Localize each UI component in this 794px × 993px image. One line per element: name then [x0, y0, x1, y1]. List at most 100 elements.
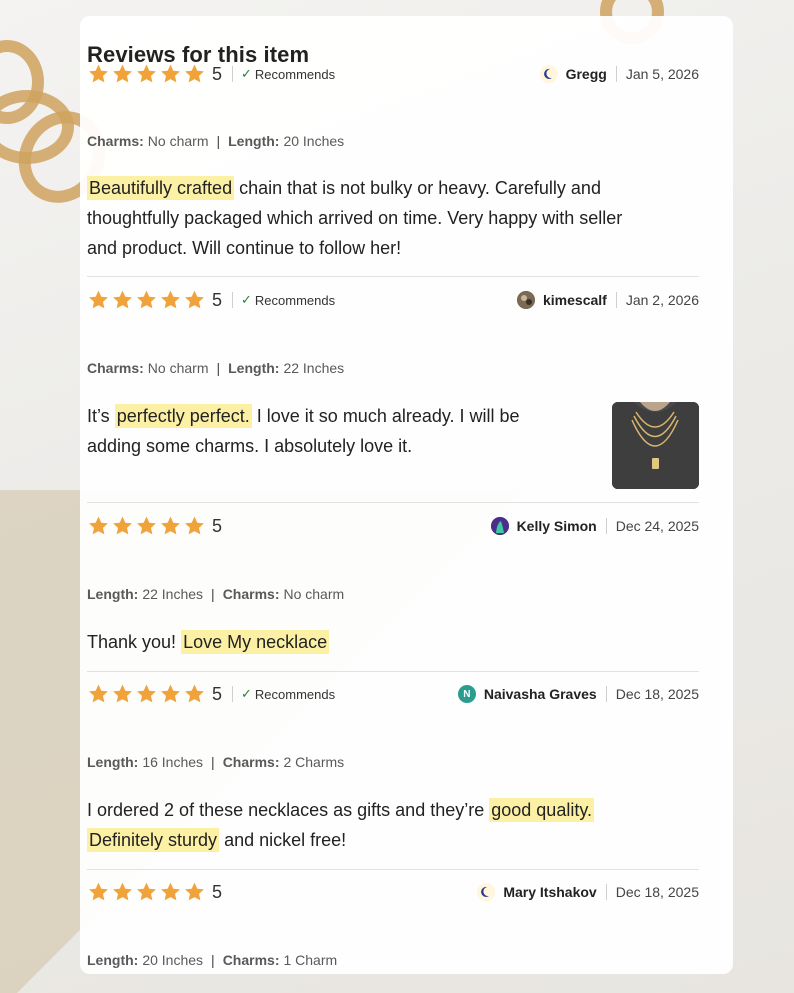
- rating-row: 5 ✓ Recommends: [87, 288, 335, 312]
- attr-value: 20 Inches: [283, 133, 345, 149]
- attr-separator: |: [211, 754, 215, 770]
- star-icon: [111, 881, 134, 903]
- attr-value: 16 Inches: [142, 754, 204, 770]
- rating-value: 5: [212, 683, 223, 704]
- attr-label: Charms:: [87, 133, 144, 149]
- star-icon: [159, 683, 182, 705]
- variation-attributes: Length: 20 Inches | Charms: 1 Charm: [87, 952, 337, 968]
- attr-label: Length:: [87, 754, 139, 770]
- reviewer-name[interactable]: Mary Itshakov: [503, 884, 596, 900]
- review-highlight: Definitely sturdy: [87, 828, 220, 852]
- reviewer-name[interactable]: Kelly Simon: [517, 518, 597, 534]
- star-rating: [87, 63, 206, 85]
- review-item: 5 Mary Itshakov Dec 18, 2025 Length: 20 I…: [87, 880, 699, 970]
- review-highlight: perfectly perfect.: [114, 404, 252, 428]
- review-text-line: I ordered 2 of these necklaces as gifts …: [87, 800, 485, 820]
- reviewer-name[interactable]: Naivasha Graves: [484, 686, 597, 702]
- attr-label: Length:: [87, 586, 139, 602]
- review-text: Beautifully crafted chain that is not bu…: [87, 173, 622, 263]
- attr-label: Charms:: [87, 360, 144, 376]
- review-text: Thank you! Love My necklace: [87, 627, 330, 657]
- reviewer-name[interactable]: Gregg: [566, 66, 607, 82]
- star-rating: [87, 515, 206, 537]
- star-icon: [111, 515, 134, 537]
- review-highlight: Love My necklace: [181, 630, 330, 654]
- author-row: kimescalf Jan 2, 2026: [517, 288, 699, 312]
- rating-row: 5: [87, 514, 222, 538]
- rating-row: 5 ✓ Recommends: [87, 682, 335, 706]
- review-photo-necklace: [612, 402, 699, 489]
- recommends-label: Recommends: [254, 292, 336, 308]
- star-icon: [87, 289, 110, 311]
- author-row: Kelly Simon Dec 24, 2025: [490, 514, 699, 538]
- star-icon: [87, 63, 110, 85]
- star-icon: [159, 63, 182, 85]
- attr-label: Length:: [228, 360, 280, 376]
- review-divider: [87, 276, 699, 277]
- variation-attributes: Length: 16 Inches | Charms: 2 Charms: [87, 754, 344, 770]
- star-icon: [111, 289, 134, 311]
- star-icon: [87, 881, 110, 903]
- reviews-panel: Reviews for this item 5 ✓ Recommends Greg…: [80, 16, 733, 974]
- star-icon: [183, 63, 206, 85]
- author-row: Gregg Jan 5, 2026: [539, 62, 699, 86]
- reviewer-name[interactable]: kimescalf: [543, 292, 607, 308]
- star-icon: [183, 289, 206, 311]
- attr-value: No charm: [147, 133, 209, 149]
- attr-value: 22 Inches: [142, 586, 204, 602]
- star-icon: [159, 881, 182, 903]
- attr-label: Length:: [87, 952, 139, 968]
- review-text-part: It’s: [87, 406, 110, 426]
- variation-attributes: Charms: No charm | Length: 20 Inches: [87, 133, 344, 149]
- attr-value: 2 Charms: [283, 754, 345, 770]
- etsy-moon-avatar-icon[interactable]: [539, 65, 558, 83]
- recommends-badge: ✓ Recommends: [232, 66, 335, 82]
- review-text-line: and product. Will continue to follow her…: [87, 238, 402, 258]
- attr-value: No charm: [283, 586, 345, 602]
- photo-avatar-icon[interactable]: [517, 291, 535, 309]
- rating-value: 5: [212, 63, 223, 84]
- star-icon: [111, 683, 134, 705]
- review-date: Jan 5, 2026: [615, 66, 699, 82]
- author-row: Mary Itshakov Dec 18, 2025: [477, 880, 699, 904]
- variation-attributes: Length: 22 Inches | Charms: No charm: [87, 586, 344, 602]
- review-text-line: chain that is not bulky or heavy. Carefu…: [239, 178, 601, 198]
- star-icon: [135, 515, 158, 537]
- recommends-label: Recommends: [254, 66, 336, 82]
- star-icon: [135, 63, 158, 85]
- etsy-moon-avatar-icon[interactable]: [477, 883, 496, 901]
- review-photo[interactable]: [612, 402, 699, 489]
- recommends-badge: ✓ Recommends: [232, 292, 335, 308]
- photo-avatar-icon[interactable]: [490, 517, 509, 535]
- star-icon: [87, 683, 110, 705]
- review-date: Dec 24, 2025: [605, 518, 699, 534]
- attr-separator: |: [216, 133, 221, 149]
- review-date: Dec 18, 2025: [605, 884, 699, 900]
- review-item: 5 ✓ Recommends kimescalf Jan 2, 2026 Char…: [87, 288, 699, 503]
- review-item: 5 ✓ Recommends Gregg Jan 5, 2026 Charms: N…: [87, 62, 699, 277]
- rating-value: 5: [212, 881, 223, 902]
- attr-separator: |: [216, 360, 221, 376]
- rating-row: 5: [87, 880, 222, 904]
- star-icon: [87, 515, 110, 537]
- checkmark-icon: ✓: [241, 66, 252, 81]
- review-date: Dec 18, 2025: [605, 686, 699, 702]
- review-divider: [87, 502, 699, 503]
- letter-avatar-icon[interactable]: N: [457, 685, 476, 703]
- review-text: It’s perfectly perfect. I love it so muc…: [87, 401, 520, 461]
- checkmark-icon: ✓: [241, 292, 252, 307]
- review-text: I ordered 2 of these necklaces as gifts …: [87, 795, 594, 855]
- star-icon: [159, 515, 182, 537]
- star-icon: [183, 683, 206, 705]
- rating-row: 5 ✓ Recommends: [87, 62, 335, 86]
- author-row: N Naivasha Graves Dec 18, 2025: [457, 682, 699, 706]
- attr-value: 1 Charm: [283, 952, 338, 968]
- attr-separator: |: [211, 586, 215, 602]
- review-text-line: and nickel free!: [224, 830, 347, 850]
- review-text-line: adding some charms. I absolutely love it…: [87, 436, 413, 456]
- attr-value: 20 Inches: [142, 952, 204, 968]
- review-item: 5 Kelly Simon Dec 24, 2025 Length: 22 Inc…: [87, 514, 699, 672]
- attr-label: Charms:: [222, 952, 280, 968]
- recommends-badge: ✓ Recommends: [232, 686, 335, 702]
- star-icon: [183, 515, 206, 537]
